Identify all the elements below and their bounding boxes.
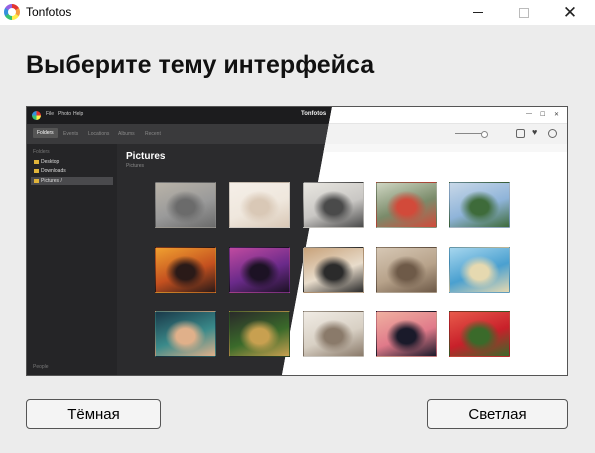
preview-tab-folders: Folders [33,128,58,138]
preview-tab-albums: Albums [118,131,135,137]
dialog-content: Выберите тему интерфейса File Photo Help… [0,25,595,453]
preview-sidebar-footer: People [33,364,49,370]
preview-folder-subtitle: Pictures [126,163,145,169]
window-titlebar: Tonfotos ✕ [0,0,595,25]
concert-lights-photo [155,247,216,293]
couple-portrait-photo [376,182,437,228]
preview-tab-locations: Locations [88,131,110,137]
preview-menu-help: Help [73,111,84,117]
preview-logo-icon [32,111,41,120]
preview-close-icon: ✕ [554,112,560,118]
window-title: Tonfotos [26,5,72,19]
preview-menu-file: File [46,111,55,117]
preview-sidebar-item: Downloads [31,167,113,175]
close-button[interactable]: ✕ [547,0,593,25]
yoga-on-rocks-photo [155,182,216,228]
preview-maximize-icon: ☐ [540,112,546,118]
mountain-lake-photo [449,182,510,228]
theme-preview: File Photo Help Tonfotos Folders Events … [26,106,568,376]
maximize-button[interactable] [501,0,547,25]
preview-sidebar-item-selected: Pictures / [31,177,113,185]
sunglasses-man-photo [155,311,216,357]
preview-app-title: Tonfotos [301,111,327,117]
heart-icon: ♥ [532,127,538,137]
preview-menu-photo: Photo [58,111,72,117]
photographer-photo [303,247,364,293]
minimize-icon [473,12,483,13]
preview-folder-title: Pictures [126,151,166,162]
apples-basket-photo [449,311,510,357]
corridor-columns-photo [303,311,364,357]
jumping-silhouettes-photo [376,311,437,357]
maximize-icon [519,7,529,18]
info-icon [516,129,525,138]
wedding-couple-photo [229,182,290,228]
laptop-work-photo [303,182,364,228]
preview-minimize-icon: — [526,111,532,117]
dark-theme-button[interactable]: Тёмная [26,399,161,429]
zoom-slider-icon [455,131,488,138]
page-title: Выберите тему интерфейса [26,51,375,79]
preview-sidebar-header: Folders [33,149,50,155]
close-icon: ✕ [562,3,578,22]
light-theme-button[interactable]: Светлая [427,399,568,429]
preview-tab-events: Events [63,131,79,137]
pencils-circle-photo [229,311,290,357]
tonfotos-logo-icon [4,4,20,20]
purple-flowers-photo [229,247,290,293]
preview-sidebar-item: Desktop [31,158,113,166]
old-town-photo [376,247,437,293]
beach-sea-photo [449,247,510,293]
play-icon [548,129,557,138]
minimize-button[interactable] [455,0,501,25]
preview-tab-recent: Recent [145,131,161,137]
